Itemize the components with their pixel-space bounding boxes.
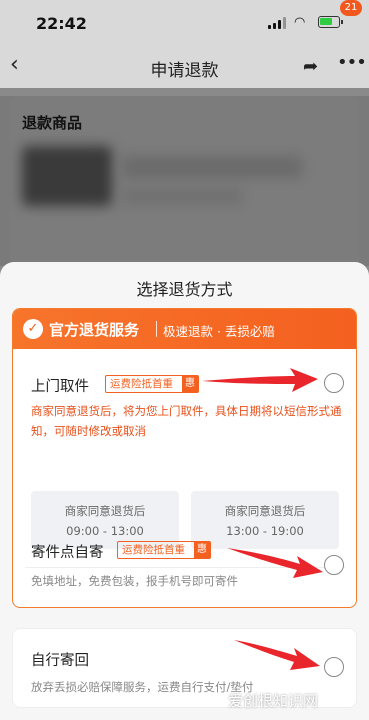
header-divider: [156, 321, 157, 337]
product-name-blurred: [122, 156, 302, 178]
door-pickup-desc: 商家同意退货后，将为您上门取件，具体日期将以短信形式通知，可随时修改或取消: [31, 404, 342, 438]
product-spec-blurred: [122, 188, 242, 204]
annotation-arrow-icon: [234, 640, 320, 670]
watermark: 爱创根知识网: [228, 692, 319, 710]
slot-time: 13:00 - 19:00: [226, 524, 304, 538]
annotation-arrow-icon: [202, 368, 318, 392]
tag-badge: 惠: [194, 542, 210, 558]
tag-badge: 惠: [182, 376, 198, 392]
shield-check-icon: ✓: [23, 319, 43, 339]
pickup-slot-afternoon[interactable]: 商家同意退货后 13:00 - 19:00: [191, 491, 339, 549]
wifi-icon: ◠: [294, 15, 306, 30]
sheet-title: 选择退货方式: [136, 280, 233, 299]
nav-bar: ‹ 申请退款 ➦ •••: [0, 44, 369, 88]
slot-label: 商家同意退货后: [64, 504, 146, 518]
annotation-arrow-icon: [227, 548, 323, 578]
refund-goods-title: 退款商品: [22, 114, 83, 132]
slot-time: 09:00 - 13:00: [66, 524, 144, 538]
product-image-blurred: [22, 146, 112, 206]
status-time: 22:42: [36, 14, 87, 33]
refund-goods-section: 退款商品: [0, 96, 369, 266]
refund-goods-card: 退款商品: [10, 96, 359, 266]
more-icon[interactable]: •••: [337, 52, 367, 73]
dropoff-point-radio[interactable]: [324, 555, 344, 575]
official-title: 官方退货服务: [49, 321, 140, 339]
official-subtitle: 极速退款 · 丢损必赔: [163, 324, 275, 339]
battery-icon: [318, 16, 343, 28]
slot-label: 商家同意退货后: [224, 504, 306, 518]
shipping-insurance-tag: 运费险抵首重 惠: [117, 541, 211, 559]
status-bar: 22:42 ◠: [0, 0, 369, 44]
self-send-radio[interactable]: [324, 657, 344, 677]
top-bar: 22:42 ◠ ‹ 申请退款 ➦ ••• 21: [0, 0, 369, 88]
door-pickup-radio[interactable]: [324, 373, 344, 393]
signal-icon: [268, 17, 288, 29]
tag-label: 运费险抵首重: [122, 544, 185, 556]
notification-badge: 21: [340, 0, 362, 16]
dropoff-point-title[interactable]: 寄件点自寄: [31, 541, 104, 562]
shipping-insurance-tag: 运费险抵首重 惠: [105, 375, 199, 393]
share-icon[interactable]: ➦: [303, 56, 318, 77]
self-send-title[interactable]: 自行寄回: [31, 649, 89, 670]
door-pickup-title[interactable]: 上门取件: [31, 375, 89, 396]
tag-label: 运费险抵首重: [110, 378, 173, 390]
official-header: ✓ 官方退货服务 极速退款 · 丢损必赔: [13, 309, 356, 349]
